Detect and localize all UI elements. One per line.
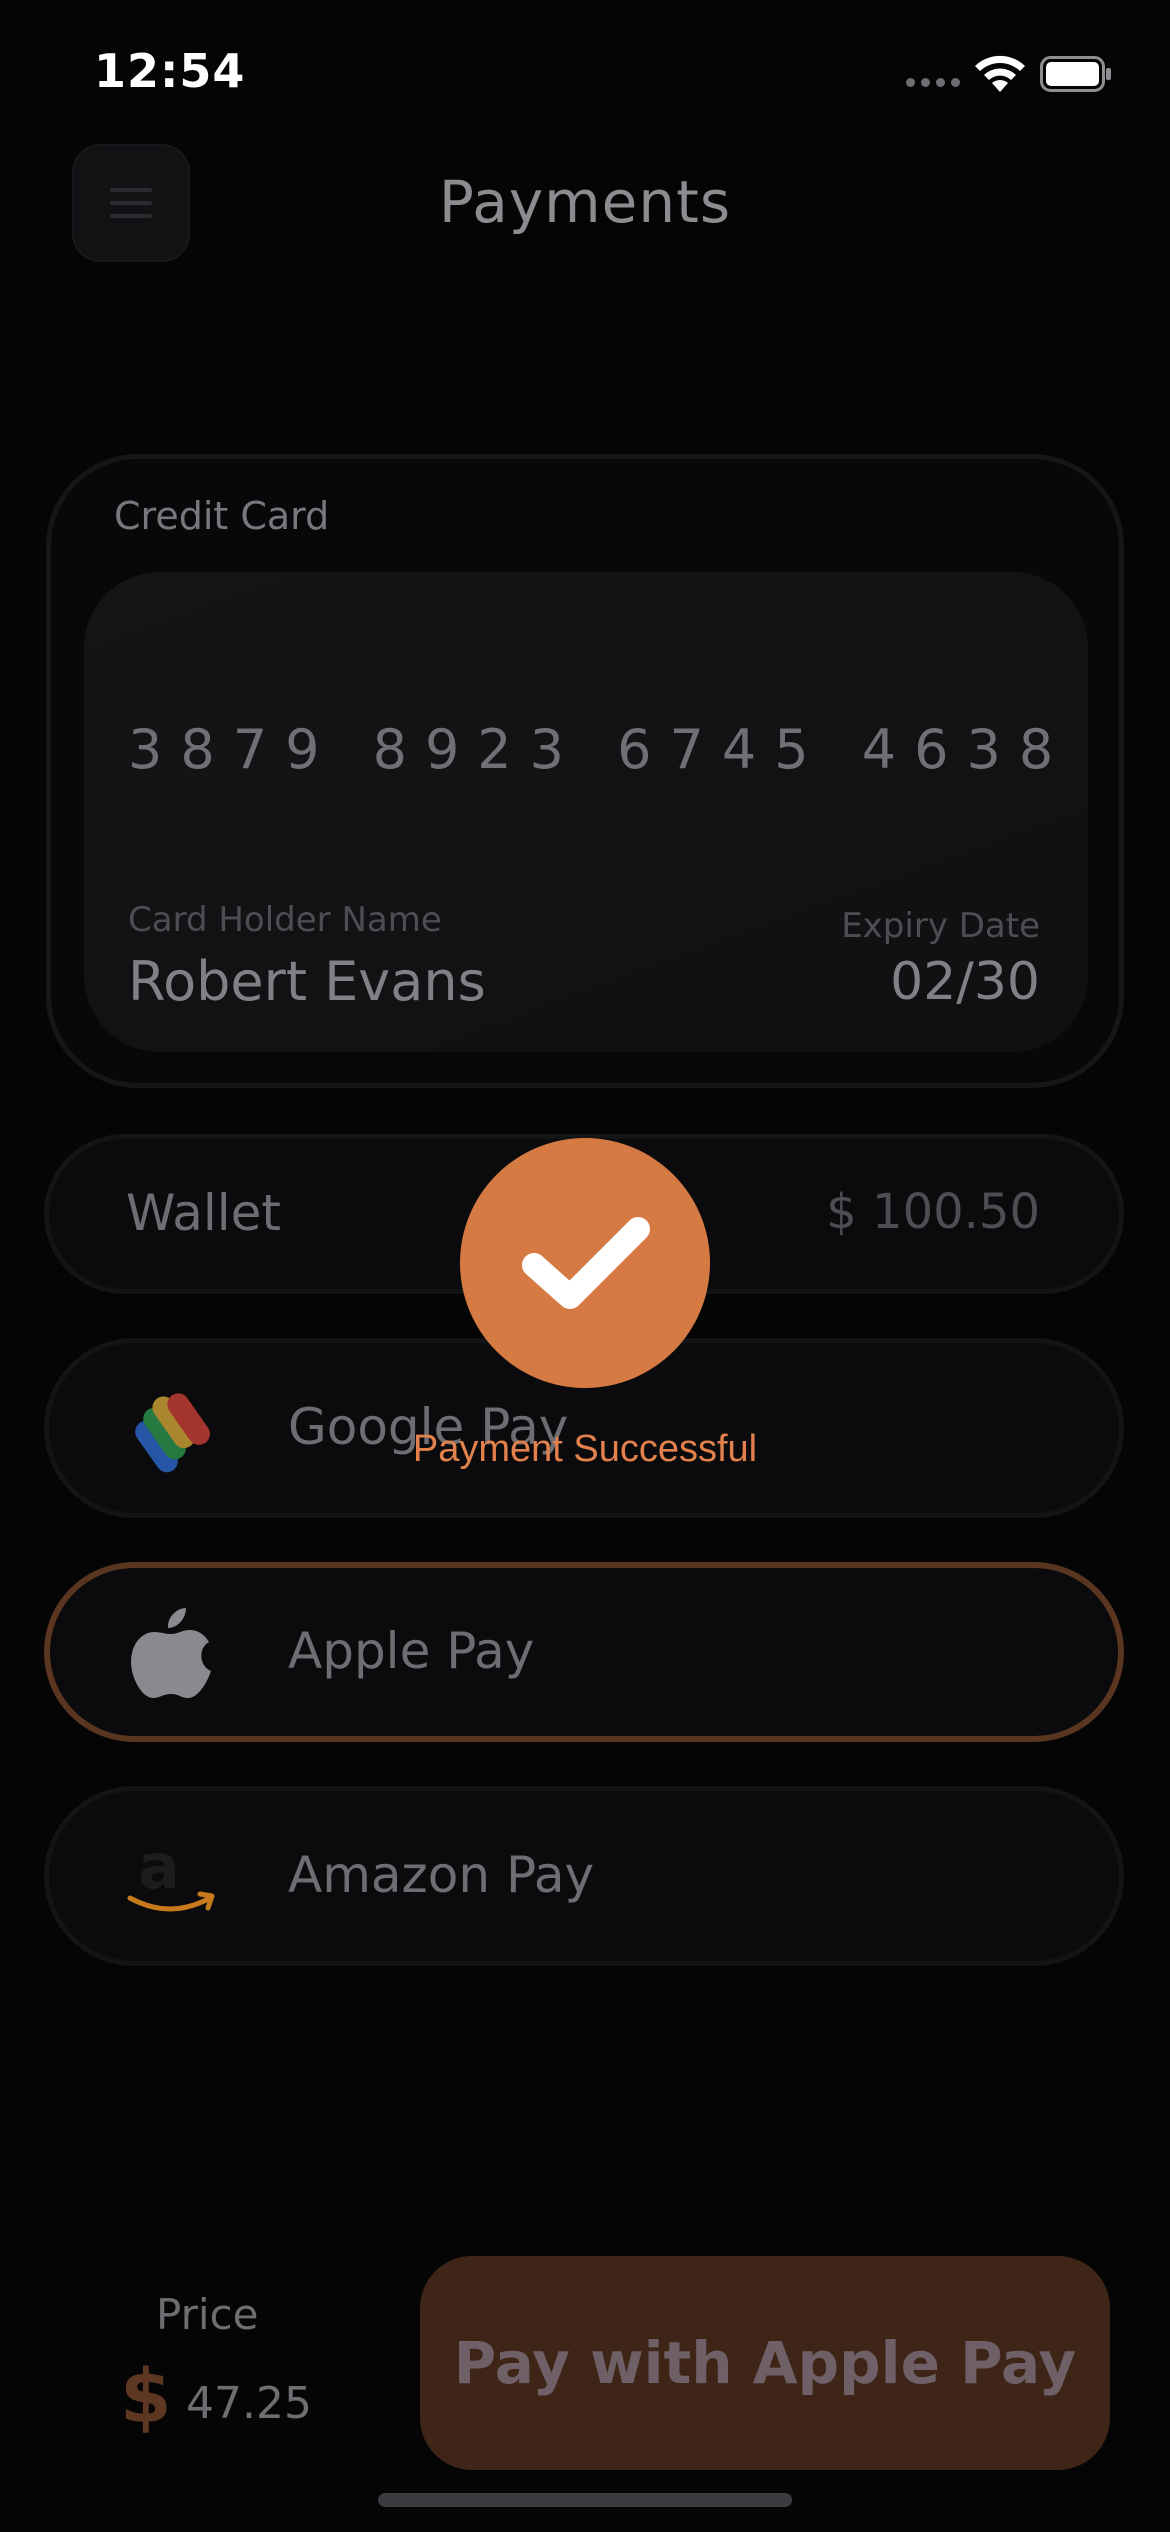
card-holder-label: Card Holder Name xyxy=(128,900,442,940)
card-number: 3879 8923 6745 4638 xyxy=(128,718,1072,781)
wifi-icon xyxy=(975,55,1025,92)
battery-icon xyxy=(1040,56,1111,92)
checkmark-icon xyxy=(522,1217,650,1309)
amazon-pay-label: Amazon Pay xyxy=(288,1846,595,1904)
expiry-date-label: Expiry Date xyxy=(841,906,1040,946)
page-title: Payments xyxy=(438,168,732,236)
payment-success-message: Payment Successful xyxy=(412,1428,758,1470)
card-holder-name: Robert Evans xyxy=(128,950,486,1013)
pay-button[interactable]: Pay with Apple Pay xyxy=(420,2256,1110,2470)
apple-icon xyxy=(131,1608,211,1698)
wallet-balance: $ 100.50 xyxy=(826,1184,1040,1240)
cellular-signal-icon xyxy=(906,78,960,90)
status-time: 12:54 xyxy=(94,44,246,98)
credit-card-label: Credit Card xyxy=(114,494,330,538)
home-indicator[interactable] xyxy=(378,2493,792,2507)
pay-button-label: Pay with Apple Pay xyxy=(453,2329,1077,2397)
apple-pay-label: Apple Pay xyxy=(288,1622,535,1680)
amazon-icon: a xyxy=(127,1838,215,1912)
svg-text:a: a xyxy=(138,1838,180,1903)
dollar-icon: $ xyxy=(120,2354,172,2440)
wallet-label: Wallet xyxy=(126,1184,282,1242)
success-badge xyxy=(460,1138,710,1388)
price-value: 47.25 xyxy=(186,2378,312,2429)
price-label: Price xyxy=(156,2290,259,2339)
expiry-date-value: 02/30 xyxy=(890,952,1040,1012)
